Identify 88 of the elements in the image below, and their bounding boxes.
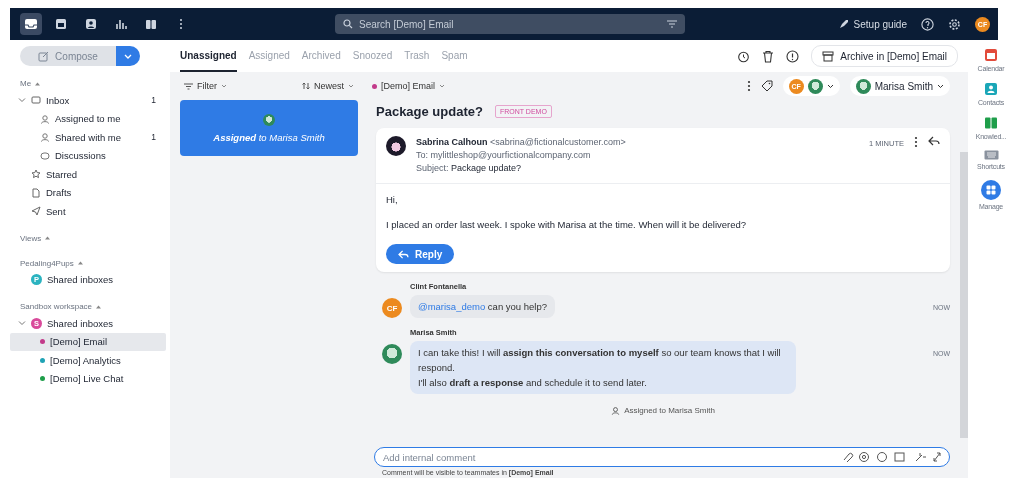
- conversation-card[interactable]: Assigned to Marisa Smith: [180, 100, 358, 156]
- alert-icon[interactable]: [786, 49, 800, 63]
- chevron-icon: [826, 83, 834, 89]
- section-header[interactable]: Views: [20, 233, 42, 243]
- collapse-icon[interactable]: [45, 236, 51, 240]
- comment-text: I can take this! I will assign this conversation to myself so our team knows that I will respond.: [418, 346, 782, 375]
- inbox-icon[interactable]: [20, 13, 42, 35]
- reply-icon: [398, 249, 409, 259]
- shared-icon: [40, 132, 50, 143]
- assignment-event: Assigned to Marisa Smith: [624, 406, 715, 415]
- sidebar-item[interactable]: Discussions: [10, 146, 166, 165]
- trash-icon[interactable]: [762, 49, 775, 63]
- avatar: CF: [382, 298, 402, 318]
- grid-icon[interactable]: [981, 180, 1001, 200]
- chevron-icon: [937, 83, 944, 89]
- book-icon[interactable]: [984, 116, 998, 130]
- tab[interactable]: Spam: [441, 40, 468, 72]
- tab[interactable]: Assigned: [248, 40, 290, 72]
- scrollbar[interactable]: [960, 152, 968, 438]
- mention-link[interactable]: @marisa_demo: [418, 301, 486, 312]
- sender-address: <sabrina@fictionalcustomer.com>: [490, 137, 626, 147]
- filter-button[interactable]: Filter: [180, 81, 231, 91]
- more-icon[interactable]: [914, 136, 918, 148]
- sidebar-item[interactable]: Shared with me 1: [10, 128, 166, 147]
- sidebar-item[interactable]: Sent: [10, 202, 166, 221]
- sidebar-item[interactable]: [Demo] Analytics: [10, 351, 166, 370]
- archive-icon: [822, 50, 835, 62]
- sent-icon: [31, 206, 41, 217]
- collapse-icon[interactable]: [77, 261, 83, 265]
- comment-text: can you help?: [486, 301, 547, 312]
- chevron-icon: [439, 84, 445, 88]
- chevron-icon: [124, 53, 132, 59]
- sender-name: Sabrina Calhoun: [416, 137, 488, 147]
- recipient-line: To: mylittleshop@yourfictionalcompany.com: [416, 149, 592, 162]
- sidebar-item[interactable]: Inbox 1: [10, 91, 166, 110]
- sidebar-item[interactable]: [Demo] Email: [10, 332, 166, 351]
- avatar-icon: [386, 136, 406, 156]
- email-paragraph: I placed an order last week. I spoke with Marisa at the time. When will it be delivered?: [386, 219, 748, 230]
- chat-icon: [40, 150, 50, 161]
- section-header[interactable]: Sandbox workspace: [20, 302, 93, 311]
- toolbar-icons-drawing[interactable]: [842, 451, 942, 463]
- reply-icon[interactable]: [928, 136, 940, 146]
- sidebar-item[interactable]: Starred: [10, 165, 166, 184]
- inbox-selector[interactable]: [Demo] Email: [368, 81, 449, 91]
- compose-button[interactable]: Compose: [20, 46, 116, 66]
- collapse-icon[interactable]: [96, 304, 102, 309]
- filter-icon[interactable]: [667, 20, 677, 28]
- subject-label: Subject:: [416, 163, 449, 173]
- assign-icon: [611, 406, 621, 415]
- setup-guide-button[interactable]: Setup guide: [837, 18, 907, 30]
- tab[interactable]: Trash: [404, 40, 430, 72]
- avatar-icon: [382, 344, 402, 364]
- sort-button[interactable]: Newest: [298, 81, 358, 91]
- chevron-icon: [348, 84, 354, 88]
- collapse-icon[interactable]: [35, 81, 41, 86]
- assign-icon: [40, 113, 50, 124]
- alarm-clock-icon[interactable]: [737, 49, 751, 63]
- comment-input[interactable]: Add internal comment: [374, 447, 950, 467]
- avatar-icon: [263, 113, 275, 126]
- email-paragraph: Hi,: [386, 194, 399, 205]
- help-icon[interactable]: [921, 17, 934, 31]
- tag-icon[interactable]: [760, 80, 773, 92]
- inbox-icon: [31, 95, 41, 106]
- draft-icon: [31, 187, 41, 198]
- settings-icon[interactable]: [948, 17, 961, 31]
- section-header[interactable]: Me: [20, 79, 32, 88]
- archive-button[interactable]: Archive in [Demo] Email: [811, 45, 958, 67]
- sidebar-item[interactable]: [Demo] Live Chat: [10, 369, 166, 388]
- conversation-subject: Package update?: [376, 103, 483, 119]
- search-field[interactable]: Search [Demo] Email: [335, 14, 685, 34]
- more-icon[interactable]: [746, 80, 751, 92]
- tab[interactable]: Snoozed: [352, 40, 393, 72]
- sidebar-item[interactable]: Assigned to me: [10, 109, 166, 128]
- tab[interactable]: Archived: [301, 40, 341, 72]
- sidebar-item[interactable]: Drafts: [10, 183, 166, 202]
- assignee-button[interactable]: Marisa Smith: [849, 76, 950, 96]
- section-header[interactable]: Pedaling4Pups: [20, 258, 74, 268]
- reply-button[interactable]: Reply: [386, 244, 455, 264]
- subject-text: Package update?: [451, 163, 522, 173]
- search-icon: [343, 19, 353, 29]
- comment-text: I'll also draft a response and schedule it to send later.: [418, 376, 648, 390]
- chevron-icon: [221, 84, 227, 88]
- filter-icon: [184, 82, 193, 90]
- keyboard-icon[interactable]: [983, 150, 999, 160]
- pencil-icon: [38, 50, 50, 62]
- star-icon: [31, 169, 41, 180]
- sort-icon: [302, 82, 310, 90]
- compose-dropdown[interactable]: [116, 46, 140, 66]
